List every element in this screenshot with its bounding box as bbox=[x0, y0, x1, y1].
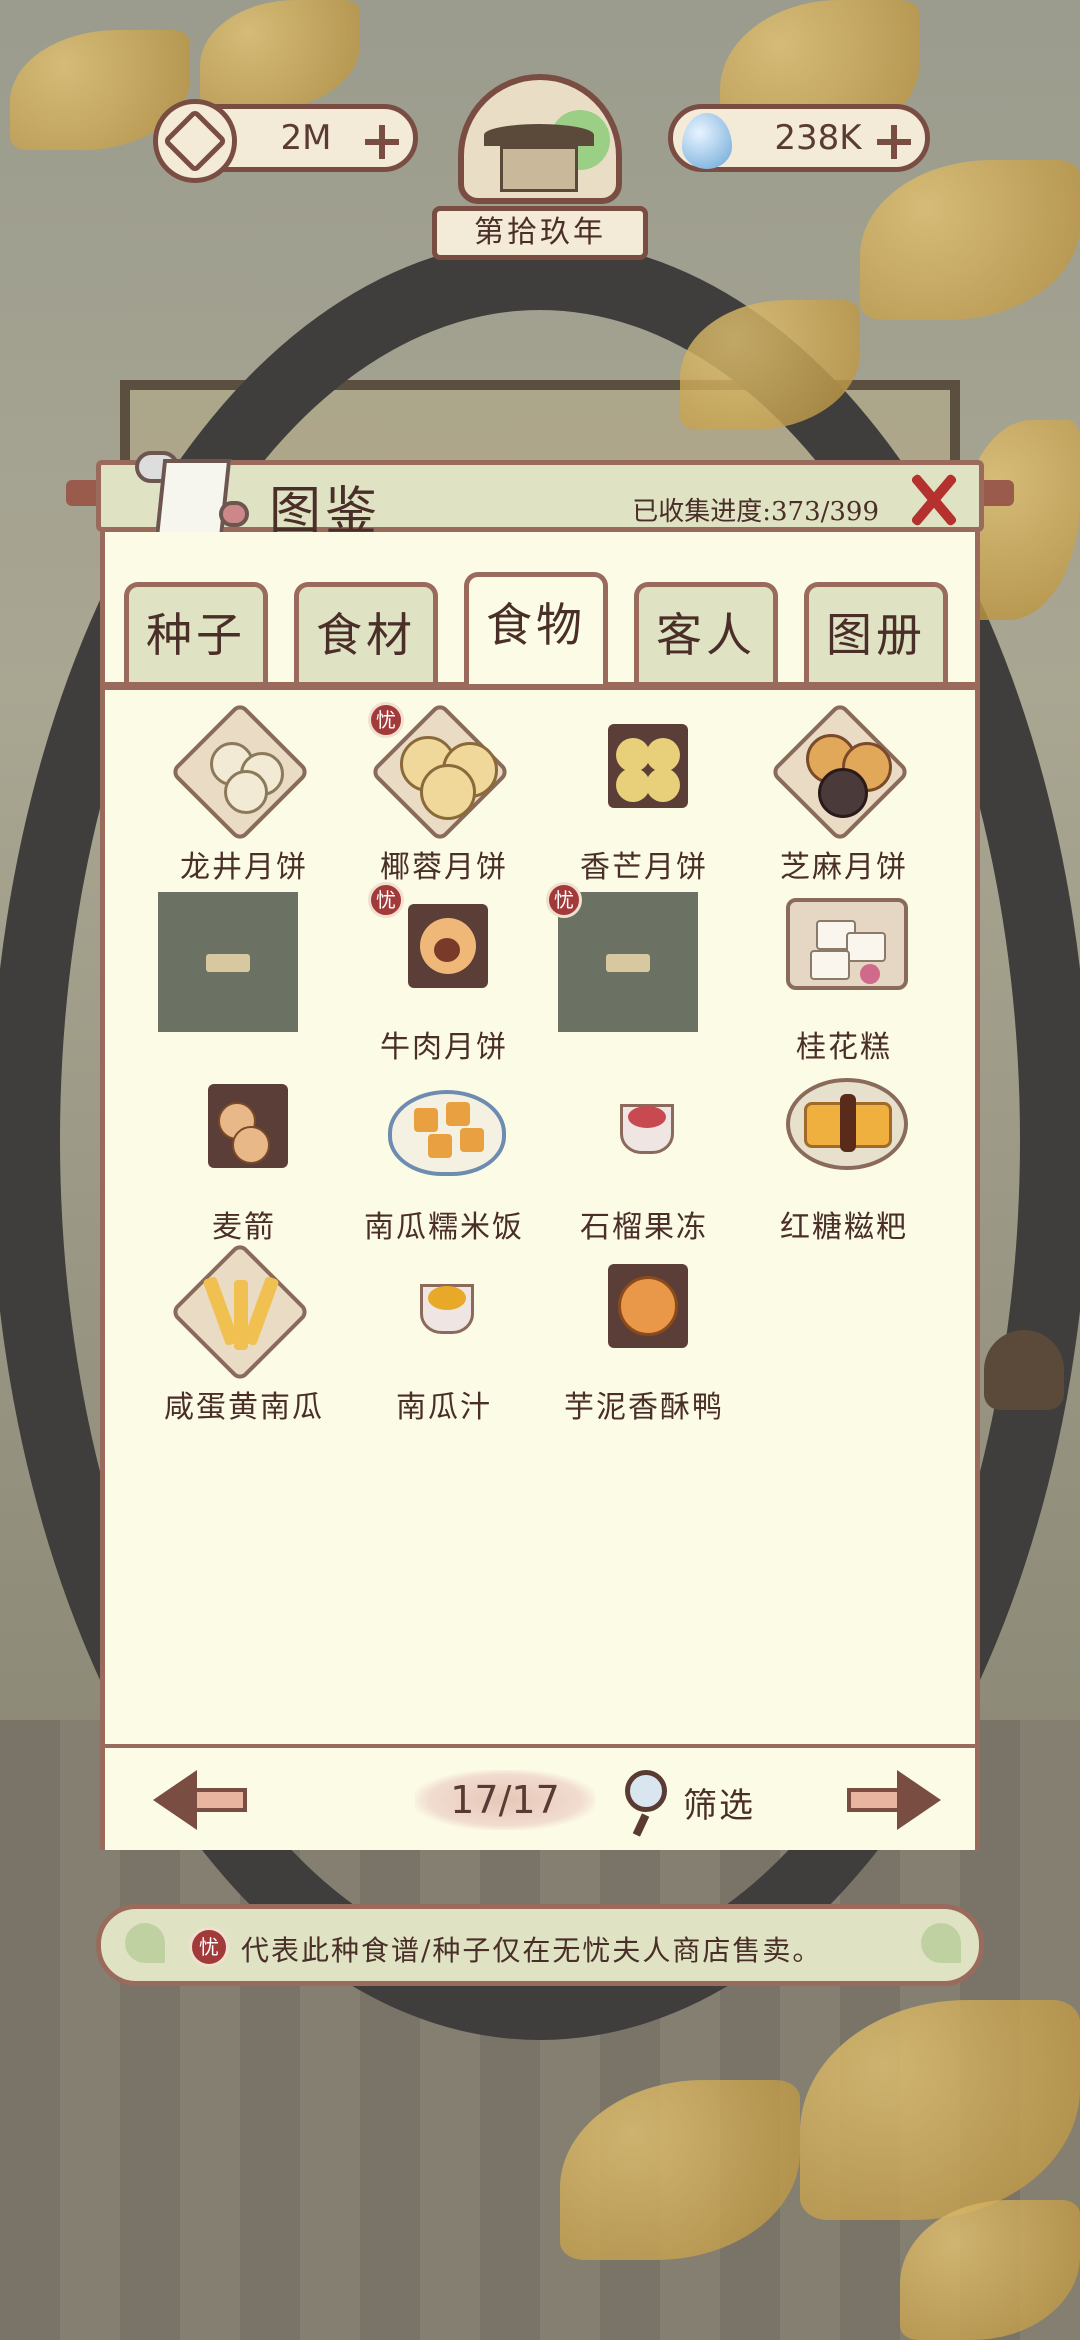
collection-progress: 已收集进度:373/399 bbox=[632, 497, 879, 527]
lotus-lamp-icon bbox=[984, 1330, 1064, 1410]
search-icon bbox=[625, 1770, 667, 1812]
salted-yolk-pumpkin-icon bbox=[169, 1241, 320, 1392]
food-item-label: 龙井月饼 bbox=[180, 850, 308, 885]
brown-sugar-ciba-icon bbox=[780, 1072, 920, 1212]
mango-mooncake-icon bbox=[580, 712, 720, 852]
collection-panel: 图鉴 已收集进度:373/399 种子 食材 食物 客人 图册 龙井月饼 忧 椰… bbox=[96, 451, 984, 1890]
scroll-icon bbox=[135, 449, 249, 541]
pomegranate-jelly-icon bbox=[580, 1072, 720, 1212]
food-item-pomegranate-jelly[interactable]: 石榴果冻 bbox=[544, 1072, 744, 1245]
legend-text: 代表此种食谱/种子仅在无忧夫人商店售卖。 bbox=[241, 1934, 823, 1967]
tab-ingredients[interactable]: 食材 bbox=[294, 582, 438, 684]
food-item-label: 红糖糍粑 bbox=[780, 1210, 908, 1245]
pumpkin-juice-icon bbox=[380, 1252, 520, 1392]
water-value: 238K bbox=[774, 118, 862, 158]
panel-header: 图鉴 已收集进度:373/399 bbox=[96, 451, 984, 542]
food-item-label: 南瓜糯米饭 bbox=[364, 1210, 524, 1245]
taro-duck-icon bbox=[580, 1252, 720, 1392]
food-item-salted-yolk-pumpkin[interactable]: 咸蛋黄南瓜 bbox=[144, 1241, 344, 1425]
year-badge: 第拾玖年 bbox=[432, 74, 648, 260]
food-item-label: 咸蛋黄南瓜 bbox=[164, 1390, 324, 1425]
food-item-label: 芝麻月饼 bbox=[780, 850, 908, 885]
food-item-brown-sugar-ciba[interactable]: 红糖糍粑 bbox=[744, 1072, 944, 1245]
close-icon[interactable] bbox=[907, 473, 961, 527]
food-item-label: 石榴果冻 bbox=[580, 1210, 708, 1245]
water-counter[interactable]: 238K bbox=[668, 104, 930, 172]
food-item-taro-duck[interactable]: 芋泥香酥鸭 bbox=[544, 1252, 744, 1425]
food-item-coconut-mooncake[interactable]: 忧 椰蓉月饼 bbox=[344, 701, 544, 885]
shop-exclusive-badge: 忧 bbox=[546, 882, 582, 918]
filter-button[interactable]: 筛选 bbox=[625, 1768, 765, 1837]
food-item-label: 麦箭 bbox=[212, 1210, 276, 1245]
filter-label: 筛选 bbox=[683, 1786, 755, 1826]
page-indicator: 17/17 bbox=[415, 1770, 595, 1830]
year-label: 第拾玖年 bbox=[432, 206, 648, 260]
next-page-arrow-icon[interactable] bbox=[845, 1770, 941, 1830]
pavilion-emblem-icon bbox=[458, 74, 622, 204]
food-item-longjing-mooncake[interactable]: 龙井月饼 bbox=[144, 701, 344, 885]
wheat-cake-icon bbox=[180, 1072, 320, 1212]
prev-page-arrow-icon[interactable] bbox=[153, 1770, 249, 1830]
pumpkin-rice-icon bbox=[380, 1072, 520, 1212]
coin-value: 2M bbox=[280, 118, 332, 158]
locked-slot-icon bbox=[558, 892, 698, 1032]
food-item-label: 香芒月饼 bbox=[580, 850, 708, 885]
coin-counter[interactable]: 2M bbox=[153, 99, 418, 183]
food-item-label: 椰蓉月饼 bbox=[380, 850, 508, 885]
food-item-locked[interactable] bbox=[144, 892, 344, 1062]
food-item-osmanthus-cake[interactable]: 桂花糕 bbox=[744, 892, 944, 1065]
tab-guests[interactable]: 客人 bbox=[634, 582, 778, 684]
add-coins-icon[interactable] bbox=[365, 125, 399, 159]
add-water-icon[interactable] bbox=[877, 125, 911, 159]
coconut-mooncake-icon bbox=[369, 701, 520, 852]
locked-slot-icon bbox=[158, 892, 298, 1032]
tab-food[interactable]: 食物 bbox=[464, 572, 608, 684]
longjing-mooncake-icon bbox=[169, 701, 320, 852]
ginkgo-leaf-icon bbox=[921, 1923, 961, 1963]
tab-seeds[interactable]: 种子 bbox=[124, 582, 268, 684]
food-item-wheat-cake[interactable]: 麦箭 bbox=[144, 1072, 344, 1245]
category-tabs: 种子 食材 食物 客人 图册 bbox=[118, 572, 958, 684]
pagination-bar: 17/17 筛选 bbox=[100, 1744, 980, 1850]
food-item-label: 南瓜汁 bbox=[396, 1390, 492, 1425]
legend-footer: 忧 代表此种食谱/种子仅在无忧夫人商店售卖。 bbox=[96, 1904, 984, 1986]
tab-album[interactable]: 图册 bbox=[804, 582, 948, 684]
water-drop-icon bbox=[665, 99, 749, 183]
beef-mooncake-icon bbox=[380, 892, 520, 1032]
ginkgo-leaf-icon bbox=[125, 1923, 165, 1963]
osmanthus-cake-icon bbox=[780, 892, 920, 1032]
food-item-mango-mooncake[interactable]: 香芒月饼 bbox=[544, 712, 744, 885]
food-item-pumpkin-rice[interactable]: 南瓜糯米饭 bbox=[344, 1072, 544, 1245]
food-item-pumpkin-juice[interactable]: 南瓜汁 bbox=[344, 1252, 544, 1425]
shop-exclusive-badge: 忧 bbox=[368, 882, 404, 918]
food-item-label: 桂花糕 bbox=[796, 1030, 892, 1065]
shop-exclusive-badge: 忧 bbox=[189, 1927, 229, 1967]
food-item-locked[interactable]: 忧 bbox=[544, 882, 744, 1062]
food-item-beef-mooncake[interactable]: 忧 牛肉月饼 bbox=[344, 882, 544, 1065]
food-item-label: 牛肉月饼 bbox=[380, 1030, 508, 1065]
food-item-sesame-mooncake[interactable]: 芝麻月饼 bbox=[744, 701, 944, 885]
shop-exclusive-badge: 忧 bbox=[368, 702, 404, 738]
coin-icon bbox=[153, 99, 237, 183]
food-item-label: 芋泥香酥鸭 bbox=[564, 1390, 724, 1425]
sesame-mooncake-icon bbox=[769, 701, 920, 852]
